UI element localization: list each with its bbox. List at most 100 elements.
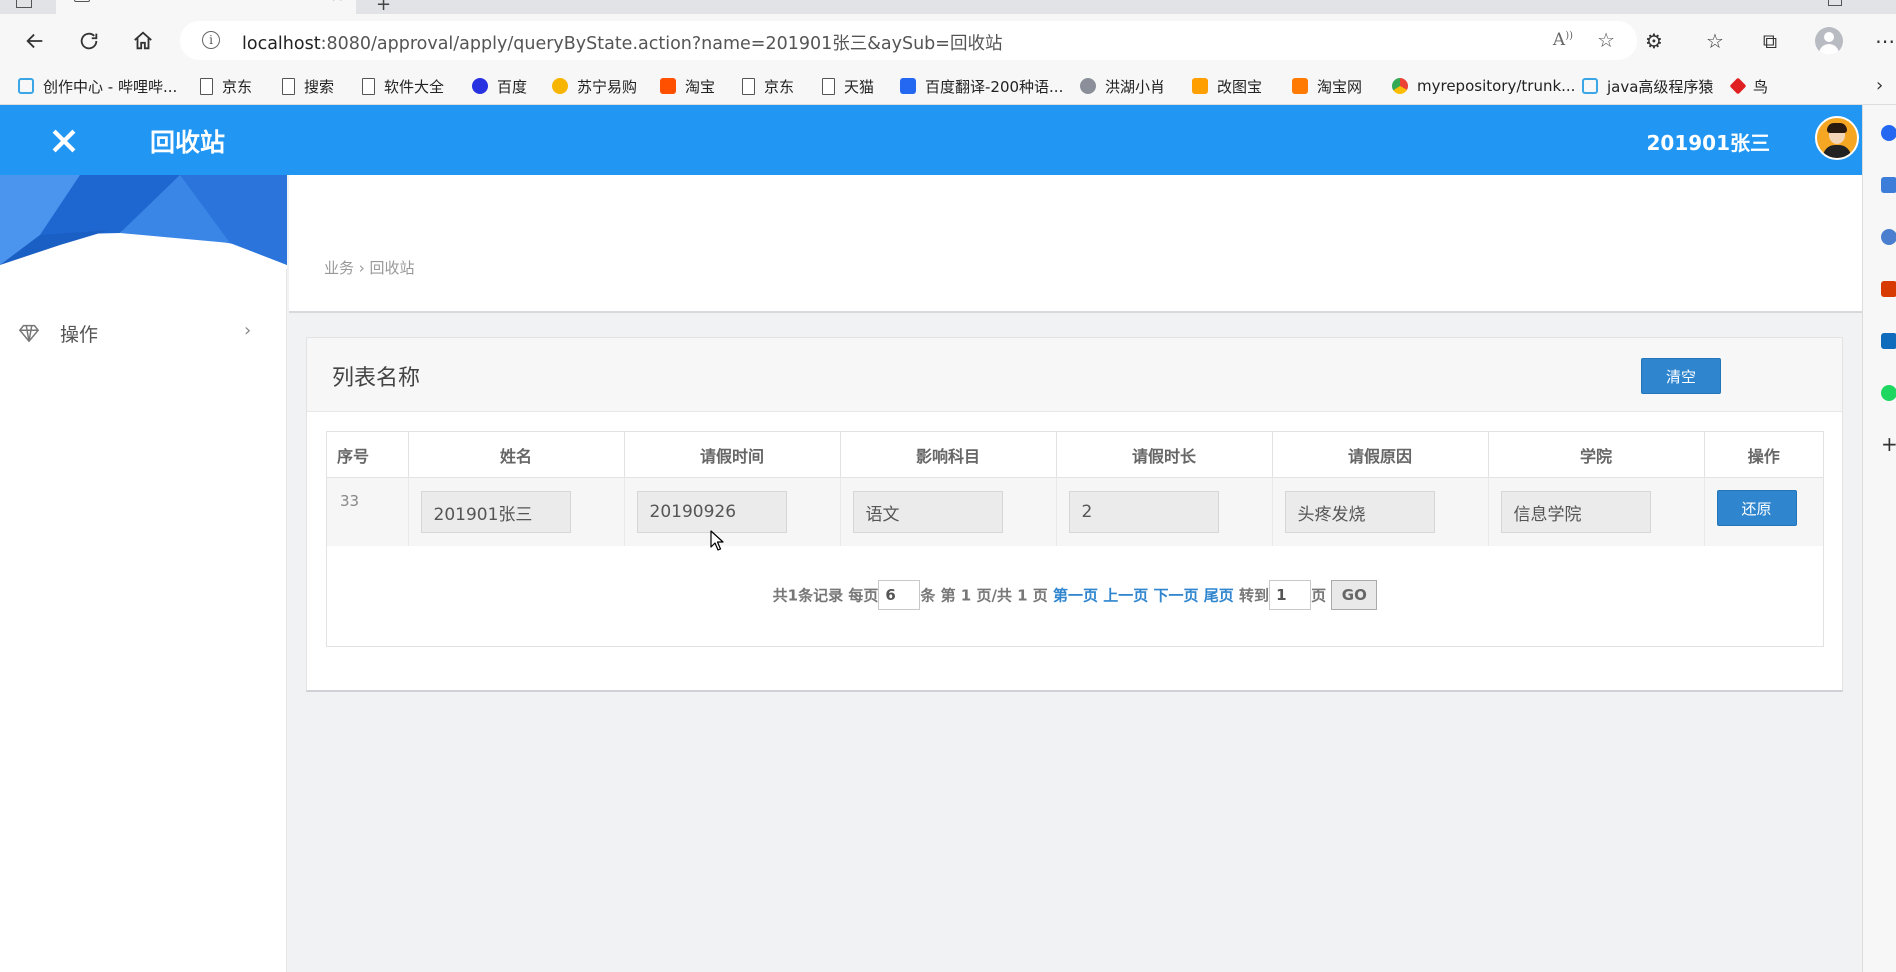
page-icon [282,77,295,95]
column-header: 请假时间 [624,432,841,478]
duration-field[interactable]: 2 [1068,491,1219,533]
first-page-link[interactable]: 第一页 [1053,587,1098,605]
bookmark-item[interactable]: 百度 [472,68,527,104]
baidu-icon [472,78,488,94]
diamond-icon [18,324,40,343]
shopping-icon[interactable] [1881,177,1896,193]
goto-page-input[interactable]: 1 [1269,580,1312,610]
more-menu-icon[interactable]: ⋯ [1870,26,1896,56]
search-icon[interactable] [1881,125,1896,141]
url-text[interactable]: localhost:8080/approval/apply/queryBySta… [242,30,1002,55]
suning-icon [552,78,568,94]
close-icon[interactable] [22,113,106,169]
username[interactable]: 201901张三 [1647,127,1771,156]
column-header: 序号 [327,432,409,478]
bookmark-label: 京东 [764,77,795,96]
last-page-link[interactable]: 尾页 [1204,587,1234,605]
column-header: 操作 [1704,432,1823,478]
sidebar-item-operation[interactable]: 操作 › [0,308,287,358]
bookmark-item[interactable]: 淘宝网 [1292,68,1362,104]
sidebar: 操作 › [0,175,287,972]
outlook-icon[interactable] [1881,333,1896,349]
window-restore-icon[interactable] [1828,0,1842,6]
add-icon[interactable]: + [1881,434,1896,454]
address-bar[interactable]: i localhost:8080/approval/apply/queryByS… [180,21,1637,60]
profile-icon[interactable] [1815,27,1843,55]
browser-toolbar: i localhost:8080/approval/apply/queryByS… [0,14,1896,68]
table-row: 33 201901张三 20190926 语文 2 头疼发烧 信息学院 还原 [327,477,1823,546]
refresh-icon[interactable] [74,26,104,56]
home-icon[interactable] [128,26,158,56]
extensions-icon[interactable]: ⚙ [1639,26,1669,56]
table-header-row: 序号 姓名 请假时间 影响科目 请假时长 请假原因 学院 操作 [327,432,1823,478]
bookmark-item[interactable]: 苏宁易购 [552,68,637,104]
column-header: 影响科目 [840,432,1057,478]
collections-icon[interactable]: ⧉ [1755,26,1785,56]
app-header: 回收站 201901张三 [0,105,1862,175]
gaitubao-icon [1192,78,1208,94]
clear-button[interactable]: 清空 [1641,358,1721,394]
browser-tab[interactable]: × [56,0,356,14]
bookmark-item[interactable]: 百度翻译-200种语... [900,68,1063,104]
bookmark-item[interactable]: 改图宝 [1192,68,1262,104]
page-icon [822,77,835,95]
bookmark-item[interactable]: 京东 [742,68,794,104]
reason-field[interactable]: 头疼发烧 [1284,491,1435,533]
bookmark-item[interactable]: 搜索 [282,68,334,104]
page-size-input[interactable]: 6 [878,580,921,610]
mouse-cursor-icon [710,530,724,551]
bilibili-icon [1582,78,1598,94]
bookmark-item[interactable]: 创作中心 - 哔哩哔... [18,68,177,104]
bookmark-label: 淘宝网 [1317,77,1363,96]
bookmark-item[interactable]: 京东 [200,68,252,104]
avatar[interactable] [1815,116,1859,160]
back-icon[interactable] [20,26,50,56]
page-icon [362,77,375,95]
window-menu-icon[interactable] [16,0,32,8]
bookmark-label: 创作中心 - 哔哩哔... [43,77,178,96]
bookmark-item[interactable]: 洪湖小肖 [1080,68,1165,104]
next-page-link[interactable]: 下一页 [1154,587,1199,605]
favorites-icon[interactable]: ☆ [1700,26,1730,56]
restore-button[interactable]: 还原 [1716,490,1797,526]
leave-date-field[interactable]: 20190926 [636,491,787,533]
bird-red-icon [1729,77,1747,95]
bookmark-label: 淘宝 [685,77,716,96]
bookmark-item[interactable]: java高级程序猿 [1582,68,1713,104]
table-container: 序号 姓名 请假时间 影响科目 请假时长 请假原因 学院 操作 33 20190… [326,431,1824,647]
content-header: 业务 › 回收站 [289,175,1862,313]
close-tab-icon[interactable]: × [331,0,344,5]
subject-field[interactable]: 语文 [852,491,1003,533]
bookmark-item[interactable]: 天猫 [822,68,874,104]
go-button[interactable]: GO [1331,580,1378,610]
bookmark-label: 改图宝 [1217,77,1263,96]
bookmark-item[interactable]: 鸟 [1729,68,1769,104]
bookmarks-bar: 创作中心 - 哔哩哔... 京东 搜索 软件大全 百度 苏宁易购 淘宝 京东 天… [0,68,1896,105]
page-icon [200,77,213,95]
name-field[interactable]: 201901张三 [420,491,571,533]
add-favorite-icon[interactable]: ☆ [1597,28,1615,52]
bookmark-item[interactable]: myrepository/trunk... [1392,68,1575,104]
bookmark-label: 京东 [222,77,253,96]
people-icon[interactable] [1881,229,1896,245]
bookmark-label: 百度翻译-200种语... [925,77,1064,96]
read-aloud-icon[interactable]: A)) [1553,30,1573,50]
pager-total: 共1条记录 每页 [772,586,879,605]
column-header: 请假时长 [1056,432,1273,478]
data-table: 序号 姓名 请假时间 影响科目 请假时长 请假原因 学院 操作 33 20190… [327,432,1823,546]
panel-header: 列表名称 清空 [307,338,1842,412]
bookmark-label: myrepository/trunk... [1417,77,1576,95]
column-header: 姓名 [408,432,625,478]
prev-page-link[interactable]: 上一页 [1103,587,1148,605]
bookmark-label: 鸟 [1753,77,1769,96]
college-field[interactable]: 信息学院 [1500,491,1651,533]
sidebar-banner [0,175,287,269]
url-host: localhost [242,34,321,54]
bookmark-item[interactable]: 淘宝 [660,68,715,104]
chevron-right-icon[interactable]: › [1876,75,1883,96]
site-info-icon[interactable]: i [202,31,220,49]
bookmark-item[interactable]: 软件大全 [362,68,444,104]
spotify-icon[interactable] [1881,385,1896,401]
office-icon[interactable] [1881,281,1896,297]
new-tab-icon[interactable]: + [376,0,391,14]
